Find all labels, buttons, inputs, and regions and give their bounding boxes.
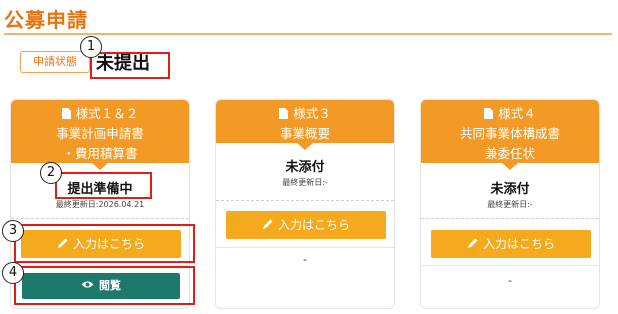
empty-placeholder: -	[508, 274, 512, 287]
card-header: 様式１＆２ 事業計画申請書 ・費用積算書	[11, 100, 189, 170]
card-header: 様式４ 共同事業体構成書 兼委任状	[421, 100, 599, 170]
input-button[interactable]: 入力はこちら	[226, 211, 386, 239]
title-divider	[4, 33, 612, 35]
form-status: 未添付	[285, 160, 325, 175]
card-divider	[421, 218, 599, 219]
input-button-highlight-box	[14, 224, 195, 263]
document-icon	[279, 108, 289, 119]
form-subtitle: ・費用積算書	[62, 146, 138, 161]
pencil-icon	[262, 219, 273, 229]
document-icon	[61, 108, 71, 119]
form-title: 事業計画申請書	[56, 126, 144, 141]
card-header: 様式３ 事業概要	[216, 100, 394, 150]
form-title: 事業概要	[279, 126, 330, 141]
card-divider	[421, 265, 599, 266]
form-subtitle: 兼委任状	[484, 146, 535, 161]
marker-3: 3	[2, 220, 24, 242]
card-divider	[216, 247, 394, 248]
form-number: 様式１＆２	[75, 106, 139, 121]
status-highlight-box	[90, 52, 170, 79]
application-status-label: 申請状態	[20, 51, 90, 73]
form-number: 様式４	[498, 106, 536, 121]
form-status: 未添付	[490, 182, 530, 197]
input-button[interactable]: 入力はこちら	[431, 230, 591, 258]
last-updated: 最終更新日:2026.04.21	[55, 200, 145, 209]
marker-2: 2	[40, 162, 62, 184]
form-title: 共同事業体構成書	[459, 126, 560, 141]
last-updated: 最終更新日:-	[487, 200, 533, 209]
document-icon	[484, 108, 494, 119]
form-card-2: 様式３ 事業概要 未添付 最終更新日:- 入力はこちら -	[215, 99, 395, 309]
marker-4: 4	[2, 262, 24, 284]
empty-placeholder: -	[303, 253, 307, 266]
form-number: 様式３	[293, 106, 331, 121]
last-updated: 最終更新日:-	[282, 178, 328, 187]
status-highlight-box	[55, 172, 152, 199]
marker-1: 1	[80, 36, 102, 58]
page-title: 公募申請	[4, 8, 88, 32]
form-card-3: 様式４ 共同事業体構成書 兼委任状 未添付 最終更新日:- 入力はこちら -	[420, 99, 600, 309]
input-button-label: 入力はこちら	[277, 218, 350, 232]
input-button-label: 入力はこちら	[482, 237, 555, 251]
pencil-icon	[467, 238, 478, 248]
view-button-highlight-box	[14, 266, 195, 305]
card-divider	[216, 200, 394, 201]
card-divider	[11, 218, 189, 219]
